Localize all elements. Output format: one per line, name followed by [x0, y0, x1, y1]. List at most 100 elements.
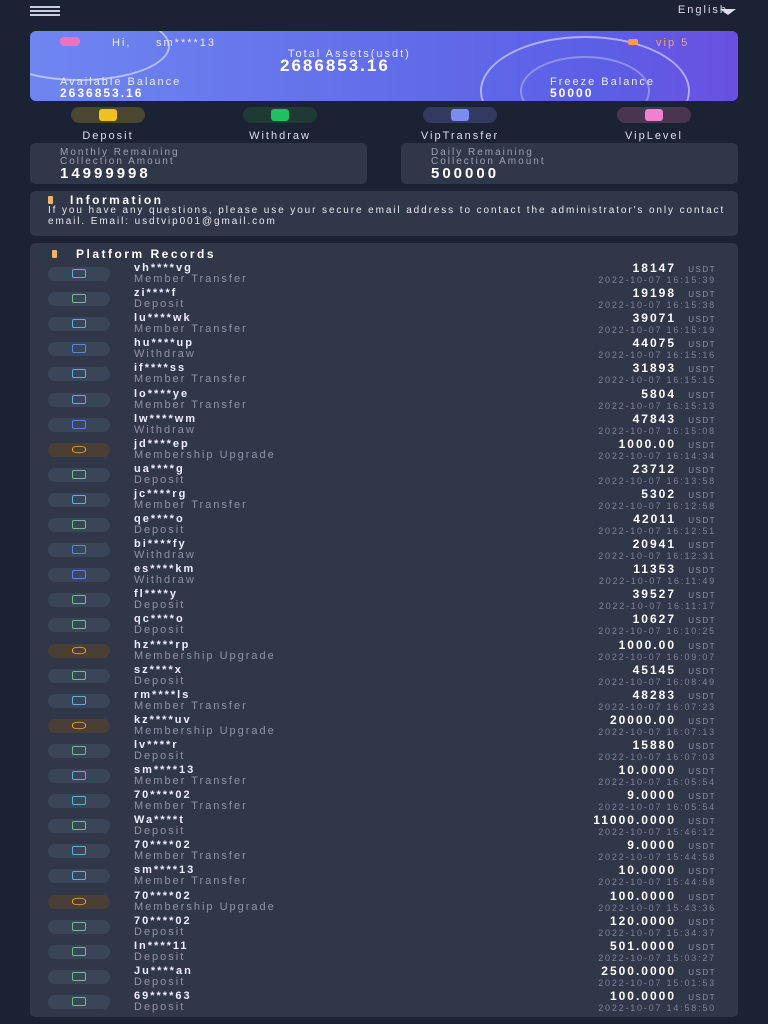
- greeting: Hi,: [112, 37, 132, 49]
- record-type: Membership Upgrade: [134, 649, 276, 662]
- deposit-icon: [48, 994, 110, 1009]
- record-type: Membership Upgrade: [134, 900, 276, 913]
- member-transfer-icon: [48, 794, 110, 809]
- record-time: 2022-10-07 15:43:36: [598, 902, 716, 913]
- record-amount: 120.0000: [609, 913, 676, 928]
- record-time: 2022-10-07 16:08:49: [598, 676, 716, 687]
- record-unit: USDT: [688, 867, 716, 877]
- record-row: qc****o Deposit 10627 USDT 2022-10-07 16…: [30, 613, 738, 639]
- record-unit: USDT: [688, 290, 716, 300]
- record-amount: 45145: [632, 662, 676, 677]
- section-marker-icon: [52, 250, 57, 258]
- record-amount: 9.0000: [627, 838, 676, 853]
- record-time: 2022-10-07 15:44:58: [598, 852, 716, 863]
- record-amount: 1000.00: [618, 637, 676, 652]
- record-type: Deposit: [134, 975, 186, 988]
- record-time: 2022-10-07 16:14:34: [598, 450, 716, 461]
- top-bar: English: [0, 0, 768, 26]
- record-type: Membership Upgrade: [134, 724, 276, 737]
- record-amount: 5302: [641, 486, 676, 501]
- record-type: Deposit: [134, 599, 186, 612]
- record-time: 2022-10-07 16:13:58: [598, 475, 716, 486]
- record-unit: USDT: [688, 892, 716, 902]
- chevron-down-icon[interactable]: [720, 9, 736, 15]
- record-time: 2022-10-07 15:44:58: [598, 877, 716, 888]
- record-unit: USDT: [688, 767, 716, 776]
- record-time: 2022-10-07 16:15:13: [598, 400, 716, 411]
- record-unit: USDT: [688, 967, 716, 977]
- record-type: Deposit: [134, 925, 186, 938]
- member-transfer-icon: [48, 367, 110, 382]
- record-time: 2022-10-07 16:12:31: [598, 551, 716, 562]
- platform-records-panel: Platform Records vh****vg Member Transfe…: [30, 243, 738, 1017]
- record-time: 2022-10-07 16:11:17: [598, 601, 716, 612]
- record-amount: 23712: [632, 461, 676, 476]
- record-time: 2022-10-07 16:15:38: [598, 300, 716, 311]
- record-time: 2022-10-07 16:09:07: [598, 651, 716, 662]
- record-time: 2022-10-07 15:01:53: [598, 977, 716, 988]
- record-user: 70****02: [134, 889, 192, 902]
- record-row: lw****wm Withdraw 47843 USDT 2022-10-07 …: [30, 413, 738, 439]
- record-type: Deposit: [134, 473, 186, 486]
- deposit-icon: [48, 618, 110, 633]
- action-withdraw-button[interactable]: Withdraw: [220, 107, 340, 144]
- action-label: VipLevel: [625, 130, 683, 142]
- record-time: 2022-10-07 16:15:15: [598, 375, 716, 386]
- record-time: 2022-10-07 16:15:16: [598, 350, 716, 361]
- record-user: sz****x: [134, 663, 183, 676]
- record-time: 2022-10-07 16:07:23: [598, 701, 716, 712]
- record-unit: USDT: [688, 691, 716, 701]
- record-unit: USDT: [688, 265, 716, 274]
- record-amount: 10.0000: [618, 863, 676, 878]
- action-viptransfer-button[interactable]: VipTransfer: [400, 107, 520, 144]
- monthly-remaining-card: Monthly Remaining Collection Amount 1499…: [30, 143, 367, 184]
- record-row: qe****o Deposit 42011 USDT 2022-10-07 16…: [30, 513, 738, 539]
- record-type: Deposit: [134, 624, 186, 637]
- withdraw-icon: [48, 543, 110, 558]
- member-transfer-icon: [48, 392, 110, 407]
- record-row: 70****02 Membership Upgrade 100.0000 USD…: [30, 888, 738, 916]
- platform-records-title: Platform Records: [76, 247, 217, 261]
- record-row: jc****rg Member Transfer 5302 USDT 2022-…: [30, 486, 738, 514]
- action-deposit-button[interactable]: Deposit: [48, 107, 168, 144]
- withdraw-icon: [48, 342, 110, 357]
- account-summary-card: Hi, sm****13 vip 5 Total Assets(usdt) 26…: [30, 31, 738, 101]
- record-type: Member Transfer: [134, 373, 248, 386]
- record-row: vh****vg Member Transfer 18147 USDT 2022…: [30, 262, 738, 288]
- record-type: Deposit: [134, 298, 186, 311]
- record-amount: 20000.00: [609, 712, 676, 727]
- information-text: If you have any questions, please use yo…: [48, 205, 726, 227]
- record-row: lo****ye Member Transfer 5804 USDT 2022-…: [30, 386, 738, 414]
- record-unit: USDT: [688, 992, 716, 1002]
- record-row: 70****02 Member Transfer 9.0000 USDT 202…: [30, 838, 738, 865]
- record-type: Member Transfer: [134, 323, 248, 336]
- action-viplevel-button[interactable]: VipLevel: [594, 107, 714, 144]
- deposit-icon: [48, 944, 110, 959]
- record-time: 2022-10-07 16:11:49: [598, 576, 716, 587]
- record-amount: 5804: [641, 386, 676, 401]
- record-time: 2022-10-07 16:05:54: [598, 777, 716, 787]
- daily-remaining-card: Daily Remaining Collection Amount 500000: [401, 143, 738, 184]
- record-unit: USDT: [688, 465, 716, 475]
- action-label: VipTransfer: [420, 130, 500, 142]
- record-unit: USDT: [688, 942, 716, 952]
- record-amount: 100.0000: [609, 888, 676, 903]
- record-row: lv****r Deposit 15880 USDT 2022-10-07 16…: [30, 739, 738, 765]
- record-row: jd****ep Membership Upgrade 1000.00 USDT…: [30, 438, 738, 464]
- record-type: Member Transfer: [134, 800, 248, 813]
- membership-upgrade-icon: [48, 442, 110, 457]
- record-amount: 2500.0000: [601, 963, 676, 978]
- record-row: 69****63 Deposit 100.0000 USDT 2022-10-0…: [30, 988, 738, 1016]
- record-time: 2022-10-07 15:03:27: [598, 952, 716, 963]
- record-amount: 19198: [632, 286, 676, 301]
- record-type: Deposit: [134, 1000, 186, 1013]
- menu-icon[interactable]: [30, 6, 60, 16]
- record-time: 2022-10-07 16:12:58: [598, 500, 716, 511]
- record-row: sm****13 Member Transfer 10.0000 USDT 20…: [30, 863, 738, 890]
- record-amount: 100.0000: [609, 988, 676, 1003]
- deposit-icon: [48, 919, 110, 934]
- record-time: 2022-10-07 16:15:19: [598, 325, 716, 336]
- record-time: 2022-10-07 16:15:39: [598, 275, 716, 285]
- record-type: Deposit: [134, 524, 186, 536]
- record-type: Withdraw: [134, 574, 196, 587]
